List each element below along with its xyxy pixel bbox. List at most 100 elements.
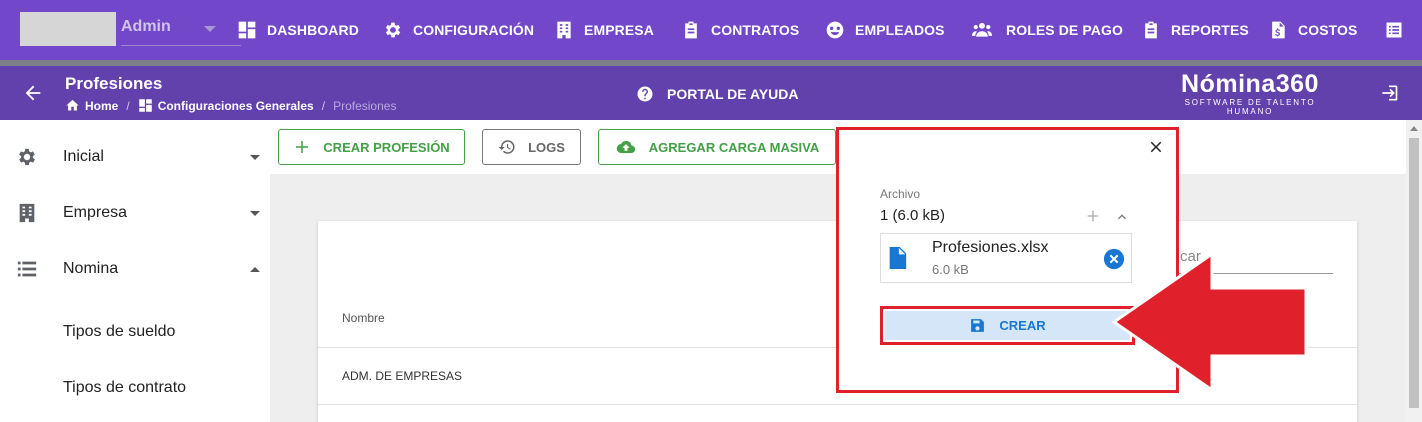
caret-down-icon [250,210,260,216]
column-header-nombre[interactable]: Nombre [342,311,385,325]
brand-logo: Nómina360 SOFTWARE DE TALENTO HUMANO [1160,70,1340,116]
nav-empleados-label: EMPLEADOS [855,22,945,38]
file-field-label: Archivo [880,187,921,201]
group-icon [972,22,992,37]
table-divider [318,404,1357,405]
sidebar: Inicial Empresa Nomina Tipos de sueldo T… [0,120,270,422]
page-title: Profesiones [65,74,163,93]
breadcrumb-configuraciones[interactable]: Configuraciones Generales [158,99,314,113]
building-icon [16,202,38,224]
sidebar-item-inicial[interactable]: Inicial [0,129,270,185]
close-button[interactable] [1147,138,1165,156]
back-button[interactable] [22,82,44,104]
sidebar-item-nomina[interactable]: Nomina [0,241,270,297]
bulk-upload-button[interactable]: AGREGAR CARGA MASIVA [598,129,836,165]
dashboard-icon [238,21,256,39]
cloud-upload-icon [616,140,635,154]
crear-button-label: CREAR [999,318,1046,333]
nav-more[interactable] [1384,18,1414,42]
caret-down-icon [250,154,260,160]
top-navbar: Admin DASHBOARD CONFIGURACIÓN EMPRESA CO… [0,0,1422,66]
breadcrumb-separator: / [126,98,130,113]
breadcrumb-current: Profesiones [333,98,397,113]
nav-configuracion-label: CONFIGURACIÓN [413,22,535,38]
create-profession-label: CREAR PROFESIÓN [323,139,450,155]
file-count: 1 (6.0 kB) [880,207,946,224]
employees-icon [826,21,844,39]
sidebar-item-label: Nomina [63,260,119,277]
nav-contratos-label: CONTRATOS [711,22,800,38]
crear-button[interactable]: CREAR [885,311,1130,340]
create-profession-button[interactable]: CREAR PROFESIÓN [278,129,465,165]
nav-dashboard[interactable]: DASHBOARD [237,18,359,42]
add-file-button[interactable] [1085,208,1101,224]
user-selector[interactable]: Admin [20,12,241,46]
sidebar-item-label: Tipos de sueldo [63,323,176,340]
nav-empleados[interactable]: EMPLEADOS [825,18,945,42]
invoice-dollar-icon [1272,21,1285,39]
nav-roles-de-pago-label: ROLES DE PAGO [1006,22,1123,38]
clipboard-icon [685,21,697,39]
breadcrumb-home[interactable]: Home [85,99,118,113]
page-header: Profesiones Home / Configuraciones Gener… [0,66,1422,120]
gear-icon [16,146,38,168]
nav-reportes-label: REPORTES [1171,22,1249,38]
scroll-up-icon[interactable] [1410,126,1418,131]
plus-icon [1087,210,1099,222]
home-icon [66,99,79,111]
help-portal-label: PORTAL DE AYUDA [667,86,799,102]
sidebar-item-empresa[interactable]: Empresa [0,185,270,241]
user-selector-underline [121,45,241,46]
nav-costos[interactable]: COSTOS [1268,18,1357,42]
history-icon [498,140,515,154]
nav-configuracion[interactable]: CONFIGURACIÓN [383,18,534,42]
logs-button[interactable]: LOGS [482,129,581,165]
list-icon [16,258,38,280]
gear-icon [385,22,401,38]
nav-reportes[interactable]: REPORTES [1141,18,1249,42]
nav-costos-label: COSTOS [1298,22,1358,38]
sidebar-subitem-tipos-de-contrato[interactable]: Tipos de contrato [0,360,270,416]
file-chip: Profesiones.xlsx 6.0 kB [880,233,1132,283]
nav-empresa[interactable]: EMPRESA [554,18,654,42]
scrollbar-thumb[interactable] [1409,138,1419,408]
brand-name: Nómina360 [1181,70,1319,98]
help-portal-link[interactable]: PORTAL DE AYUDA [636,85,798,103]
close-icon [1150,141,1162,153]
logs-label: LOGS [528,139,565,155]
list-box-icon [1386,22,1402,38]
table-row: ADM. DE EMPRESAS [342,369,463,383]
breadcrumb: Home / Configuraciones Generales / Profe… [65,98,396,113]
annotation-arrow-icon [1111,251,1308,390]
bulk-upload-label: AGREGAR CARGA MASIVA [648,139,820,155]
brand-tagline: SOFTWARE DE TALENTO HUMANO [1184,98,1316,116]
save-icon [971,319,985,332]
file-size: 6.0 kB [932,262,969,277]
sidebar-item-label: Tipos de contrato [63,379,187,396]
logout-icon [1382,85,1398,101]
sidebar-item-label: Empresa [63,204,128,221]
help-circle-icon [637,86,653,102]
user-name: Admin [121,18,171,35]
nav-dashboard-label: DASHBOARD [267,22,359,38]
breadcrumb-separator: / [321,98,326,113]
vertical-scrollbar[interactable] [1406,120,1422,422]
file-name: Profesiones.xlsx [932,239,1049,256]
plus-icon [296,141,309,153]
avatar [20,12,116,46]
nav-empresa-label: EMPRESA [584,22,654,38]
dashboard-icon [138,99,152,112]
submit-highlight-box: CREAR [880,306,1135,345]
caret-up-icon [250,266,260,272]
nav-contratos[interactable]: CONTRATOS [681,18,799,42]
clipboard-icon [1145,21,1157,39]
chevron-up-icon [1118,214,1126,220]
logout-button[interactable] [1379,83,1399,103]
building-icon [557,21,571,39]
caret-down-icon [204,26,216,32]
nav-roles-de-pago[interactable]: ROLES DE PAGO [968,18,1123,42]
arrow-left-icon [25,85,41,101]
collapse-files-button[interactable] [1114,209,1130,225]
sidebar-subitem-tipos-de-sueldo[interactable]: Tipos de sueldo [0,304,270,360]
file-icon [887,247,907,269]
